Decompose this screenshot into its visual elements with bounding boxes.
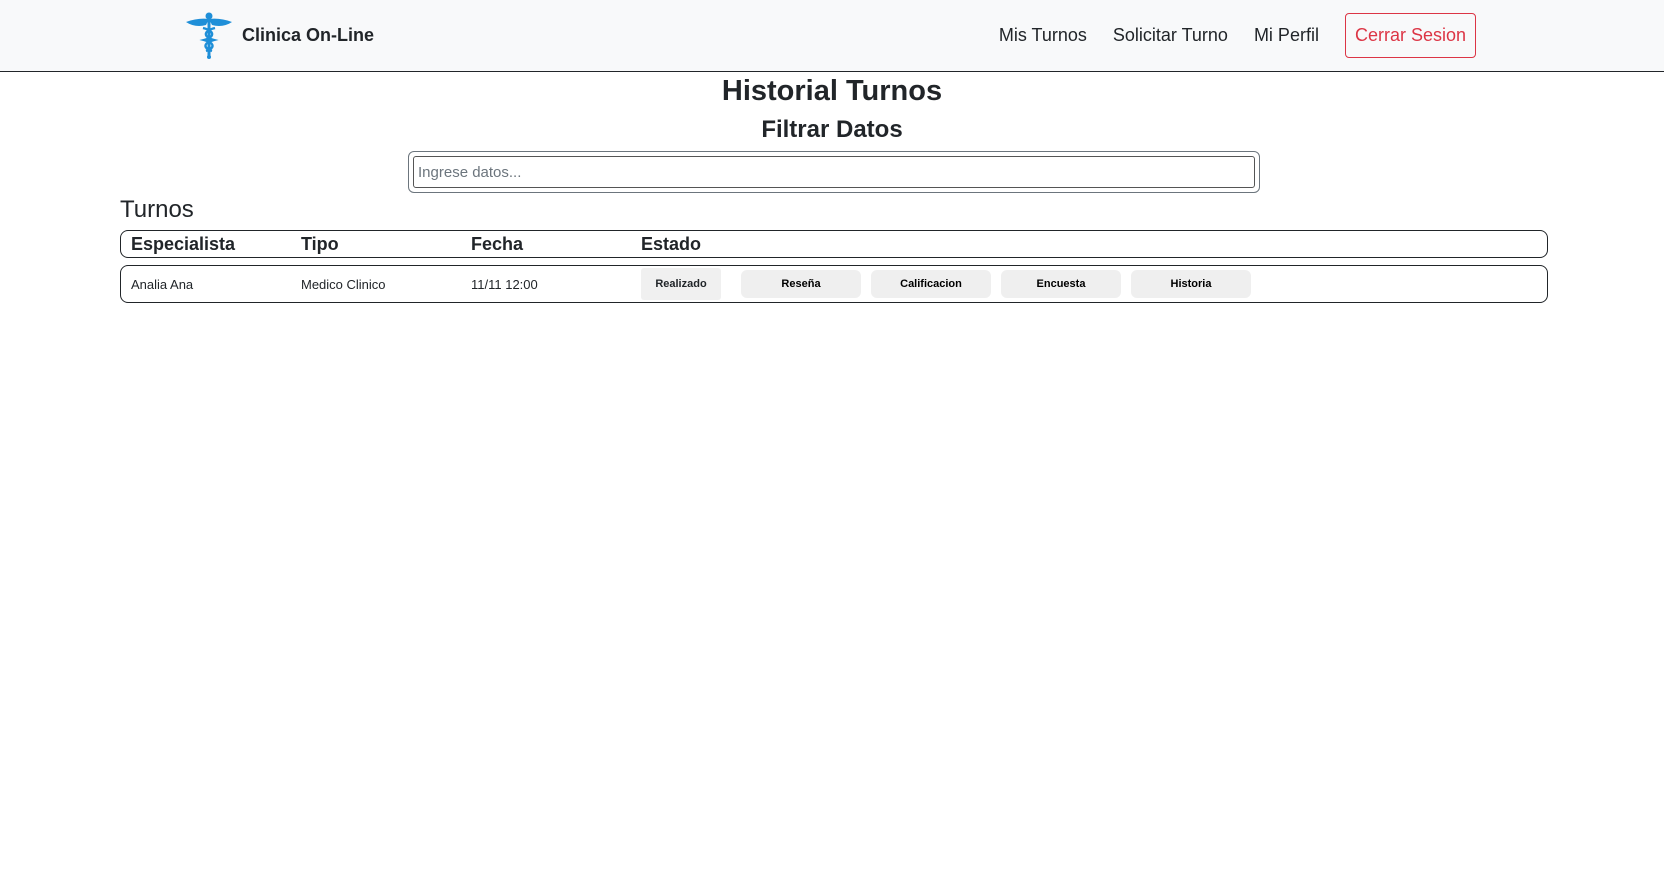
resena-button[interactable]: Reseña (741, 270, 861, 298)
cell-tipo: Medico Clinico (301, 276, 386, 292)
cell-especialista: Analia Ana (131, 276, 194, 292)
filter-title: Filtrar Datos (761, 116, 903, 143)
nav-links: Mis Turnos Solicitar Turno Mi Perfil Cer… (999, 13, 1476, 58)
calificacion-button[interactable]: Calificacion (871, 270, 991, 298)
header-estado: Estado (641, 233, 702, 254)
navbar: Clinica On-Line Mis Turnos Solicitar Tur… (0, 0, 1664, 72)
nav-link-mis-turnos[interactable]: Mis Turnos (999, 25, 1087, 46)
nav-link-solicitar-turno[interactable]: Solicitar Turno (1113, 25, 1228, 46)
header-tipo: Tipo (301, 233, 339, 254)
brand[interactable]: Clinica On-Line (184, 10, 374, 60)
encuesta-button[interactable]: Encuesta (1001, 270, 1121, 298)
caduceus-icon (186, 12, 232, 59)
search-container (408, 151, 1260, 193)
header-especialista: Especialista (131, 233, 236, 254)
historia-button[interactable]: Historia (1131, 270, 1251, 298)
header-fecha: Fecha (471, 233, 524, 254)
nav-link-mi-perfil[interactable]: Mi Perfil (1254, 25, 1319, 46)
brand-name: Clinica On-Line (242, 24, 375, 45)
status-badge: Realizado (641, 268, 721, 300)
page-title: Historial Turnos (721, 75, 943, 107)
search-input[interactable] (413, 156, 1255, 188)
section-title: Turnos (120, 196, 194, 223)
cell-fecha: 11/11 12:00 (471, 276, 538, 292)
table-row: Analia Ana Medico Clinico 11/11 12:00 Re… (120, 265, 1548, 303)
table-header: Especialista Tipo Fecha Estado (120, 230, 1548, 258)
logout-button[interactable]: Cerrar Sesion (1344, 13, 1476, 58)
